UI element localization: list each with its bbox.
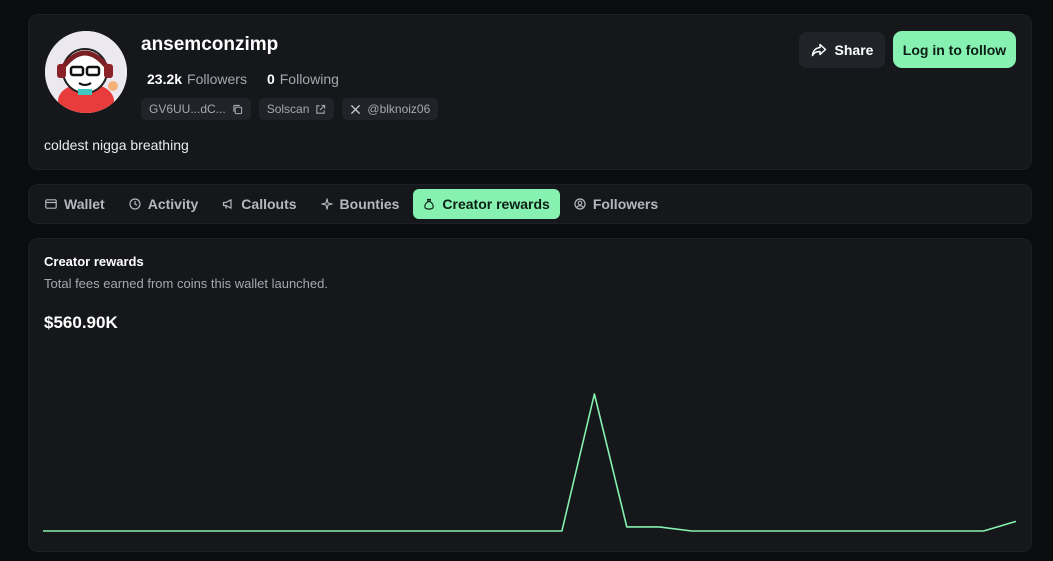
- rewards-series-line: [43, 393, 1017, 532]
- follow-stats: 23.2k Followers 0 Following: [147, 71, 339, 87]
- tab-bounties[interactable]: Bounties: [311, 189, 410, 219]
- tab-label: Followers: [592, 196, 659, 212]
- money-bag-icon: [424, 198, 435, 210]
- address-chip[interactable]: GV6UU...dC...: [141, 98, 251, 120]
- megaphone-icon: [223, 199, 232, 209]
- tab-activity[interactable]: Activity: [119, 189, 209, 219]
- username: ansemconzimp: [141, 34, 279, 55]
- clock-icon: [129, 198, 141, 210]
- panel-subtitle: Total fees earned from coins this wallet…: [44, 276, 328, 291]
- x-logo-icon: [351, 104, 361, 114]
- rewards-line-chart[interactable]: [43, 379, 1017, 539]
- share-arrow-icon: [811, 43, 826, 57]
- copy-icon[interactable]: [232, 104, 243, 115]
- share-label: Share: [834, 42, 874, 58]
- tab-followers[interactable]: Followers: [564, 189, 668, 219]
- tab-creator-rewards[interactable]: Creator rewards: [413, 189, 560, 219]
- tab-label: Activity: [147, 196, 199, 212]
- profile-card: ansemconzimp 23.2k Followers 0 Following G…: [28, 14, 1032, 170]
- solscan-label: Solscan: [266, 102, 310, 116]
- tab-bar: Wallet Activity Callouts Bounties Creato…: [28, 184, 1032, 224]
- total-rewards-value: $560.90K: [44, 313, 118, 332]
- user-circle-icon: [574, 198, 586, 210]
- tab-label: Wallet: [64, 196, 105, 212]
- tab-label: Bounties: [339, 196, 400, 212]
- following-stat[interactable]: 0 Following: [267, 71, 339, 87]
- followers-stat[interactable]: 23.2k Followers: [147, 71, 247, 87]
- address-text: GV6UU...dC...: [149, 102, 226, 116]
- log-in-to-follow-button[interactable]: Log in to follow: [893, 31, 1016, 68]
- avatar-image: [45, 31, 127, 113]
- sparkle-icon: [320, 198, 333, 210]
- twitter-link[interactable]: @blknoiz06: [342, 98, 439, 120]
- twitter-handle: @blknoiz06: [367, 102, 431, 116]
- tab-callouts[interactable]: Callouts: [212, 189, 306, 219]
- panel-title: Creator rewards: [44, 254, 144, 269]
- tab-label: Creator rewards: [442, 196, 550, 212]
- avatar: [45, 31, 127, 113]
- creator-rewards-panel: Creator rewards Total fees earned from c…: [28, 238, 1032, 552]
- share-button[interactable]: Share: [799, 32, 885, 68]
- solscan-link[interactable]: Solscan: [258, 98, 335, 120]
- external-link-icon: [316, 104, 326, 114]
- tab-wallet[interactable]: Wallet: [35, 189, 115, 219]
- bio: coldest nigga breathing: [44, 137, 189, 153]
- wallet-icon: [45, 199, 57, 209]
- profile-chips: GV6UU...dC... Solscan @blknoiz06: [141, 98, 439, 120]
- tab-label: Callouts: [241, 196, 297, 212]
